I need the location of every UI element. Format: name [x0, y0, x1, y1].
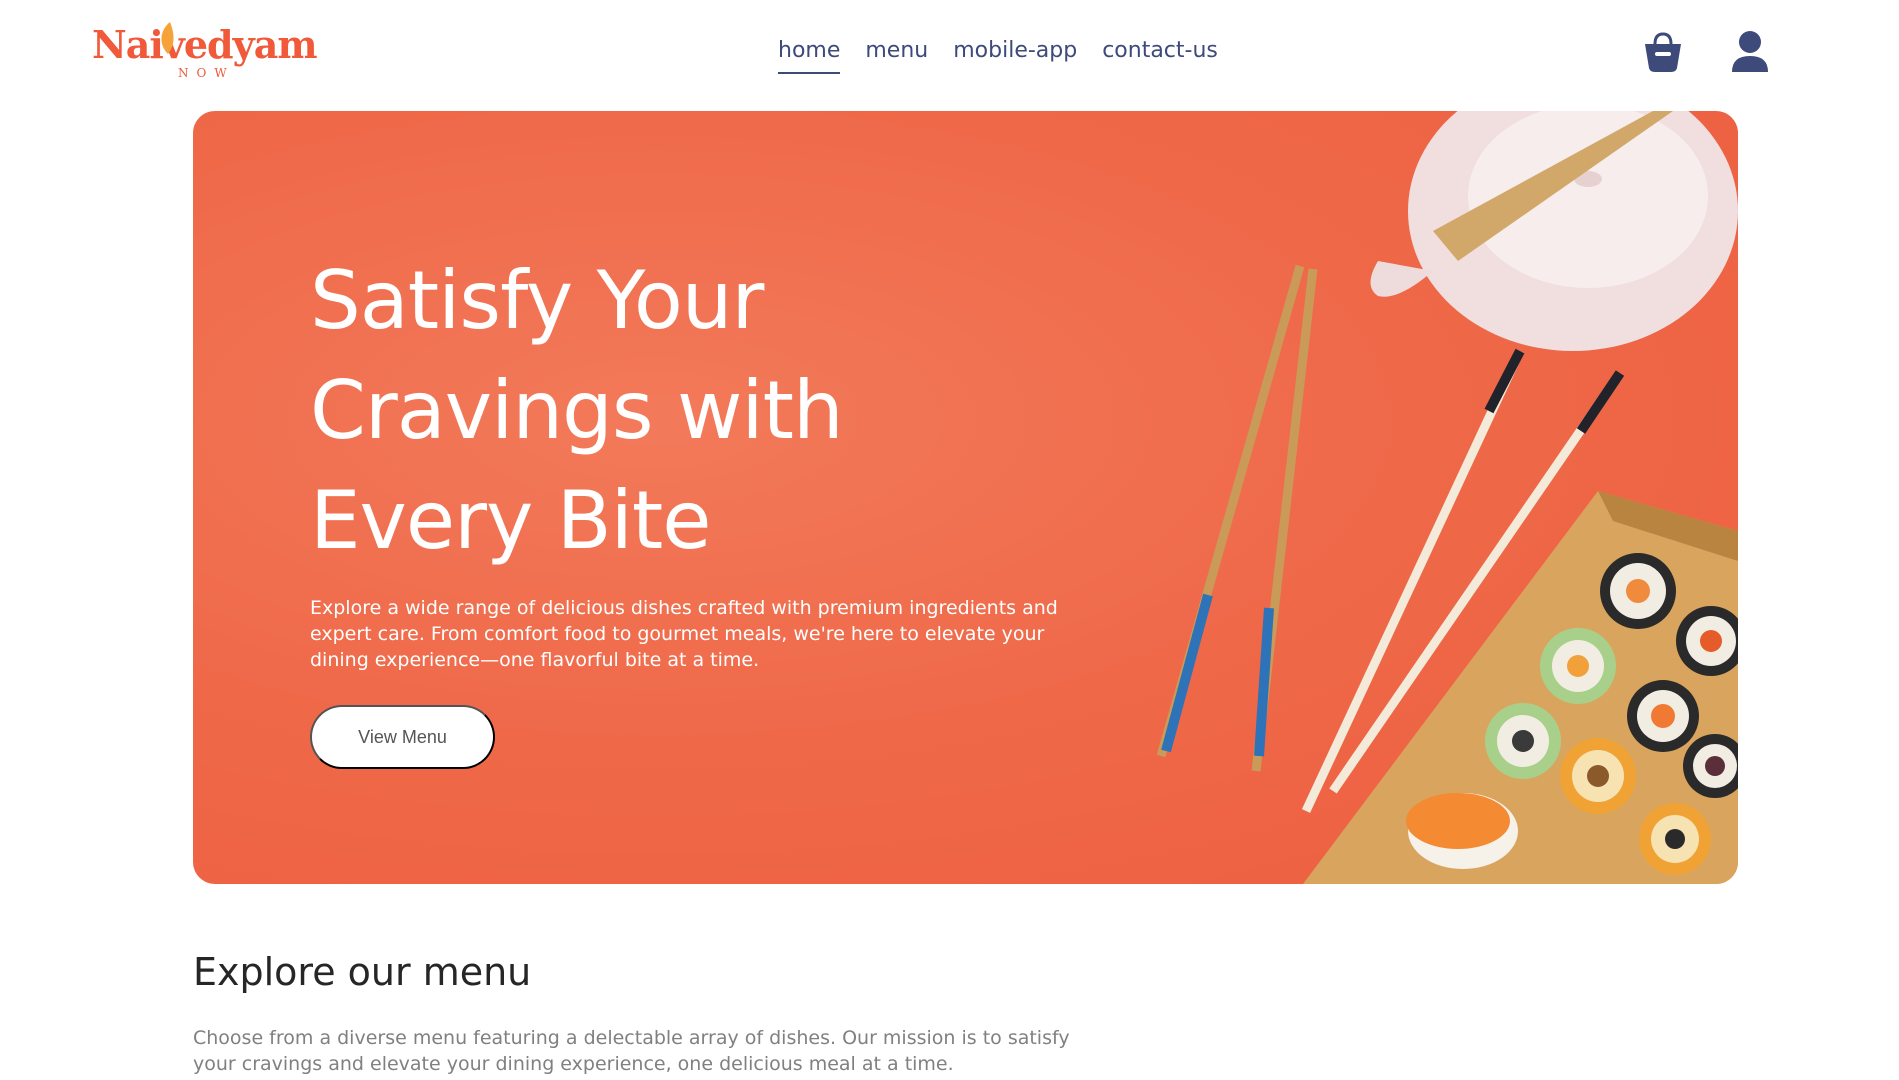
brand-name: Naivedyam — [92, 22, 318, 67]
view-menu-button[interactable]: View Menu — [310, 705, 495, 769]
explore-menu-description: Choose from a diverse menu featuring a d… — [193, 1027, 1070, 1075]
brand-logo[interactable]: Naivedyam NOW — [92, 20, 332, 90]
main-nav: home menu mobile-app contact-us — [778, 36, 1218, 74]
user-icon[interactable] — [1730, 28, 1770, 76]
hero-description: Explore a wide range of delicious dishes… — [310, 597, 1058, 671]
leaf-icon — [161, 22, 174, 54]
nav-home-link[interactable]: home — [778, 36, 841, 74]
nav-mobile-app-link[interactable]: mobile-app — [953, 36, 1077, 74]
hero-banner: Satisfy Your Cravings with Every Bite Ex… — [193, 111, 1738, 884]
hero-title: Satisfy Your Cravings with Every Bite — [310, 254, 844, 567]
navbar: Naivedyam NOW home menu mobile-app conta… — [0, 0, 1899, 108]
explore-menu-heading: Explore our menu — [193, 950, 532, 994]
brand-tagline: NOW — [178, 66, 235, 80]
basket-icon[interactable] — [1643, 30, 1683, 74]
nav-contact-us-link[interactable]: contact-us — [1102, 36, 1218, 74]
nav-menu-link[interactable]: menu — [865, 36, 928, 74]
